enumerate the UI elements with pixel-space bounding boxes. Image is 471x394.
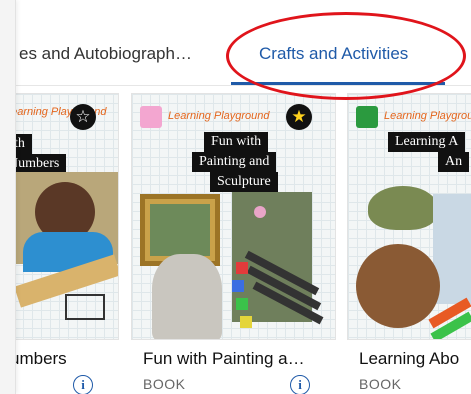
series-label: Learning Playground [384,110,471,122]
series-label: Learning Playground [168,110,270,122]
cover-title-line: An [438,152,470,172]
book-type-label: BOOK [143,376,186,392]
star-outline-icon[interactable]: ☆ [70,104,96,130]
star-filled-icon[interactable]: ★ [286,104,312,130]
book-card[interactable]: Learning Playground ☆ with Numbers umber… [0,93,119,394]
side-drawer-edge[interactable] [0,0,16,394]
book-card[interactable]: Learning Playground Learning A An Learni… [347,93,471,394]
hopscotch-drawing [65,294,105,320]
iguana-image [368,186,438,230]
book-cover[interactable]: Learning Playground ★ Fun with Painting … [131,93,336,340]
info-icon[interactable]: i [73,375,93,394]
book-title[interactable]: Learning Abo [359,349,471,369]
book-cover[interactable]: Learning Playground Learning A An [347,93,471,340]
book-card[interactable]: Learning Playground ★ Fun with Painting … [131,93,336,394]
cover-title-line: Sculpture [210,172,278,192]
cover-title-line: Learning A [388,132,466,152]
book-cover[interactable]: Learning Playground ☆ with Numbers [0,93,119,340]
cover-title-line: Fun with [204,132,269,152]
book-type-label: BOOK [359,376,402,392]
info-icon[interactable]: i [290,375,310,394]
cover-title-line: Painting and [192,152,277,172]
paint-blob-yellow [240,316,252,328]
paint-blob-blue [232,280,244,292]
statue-head [152,254,222,339]
paint-blob-green [236,298,248,310]
publisher-logo [140,106,162,128]
red-highlight-circle [226,12,466,100]
book-title[interactable]: Fun with Painting a… [143,349,321,369]
bear-image [356,244,440,328]
paint-blob-red [236,262,248,274]
flower-dot [254,206,266,218]
painting-canvas [150,204,210,256]
tab-biographies[interactable]: es and Autobiograph… [19,44,192,64]
publisher-logo [356,106,378,128]
app-page: es and Autobiograph… Crafts and Activiti… [0,0,471,394]
